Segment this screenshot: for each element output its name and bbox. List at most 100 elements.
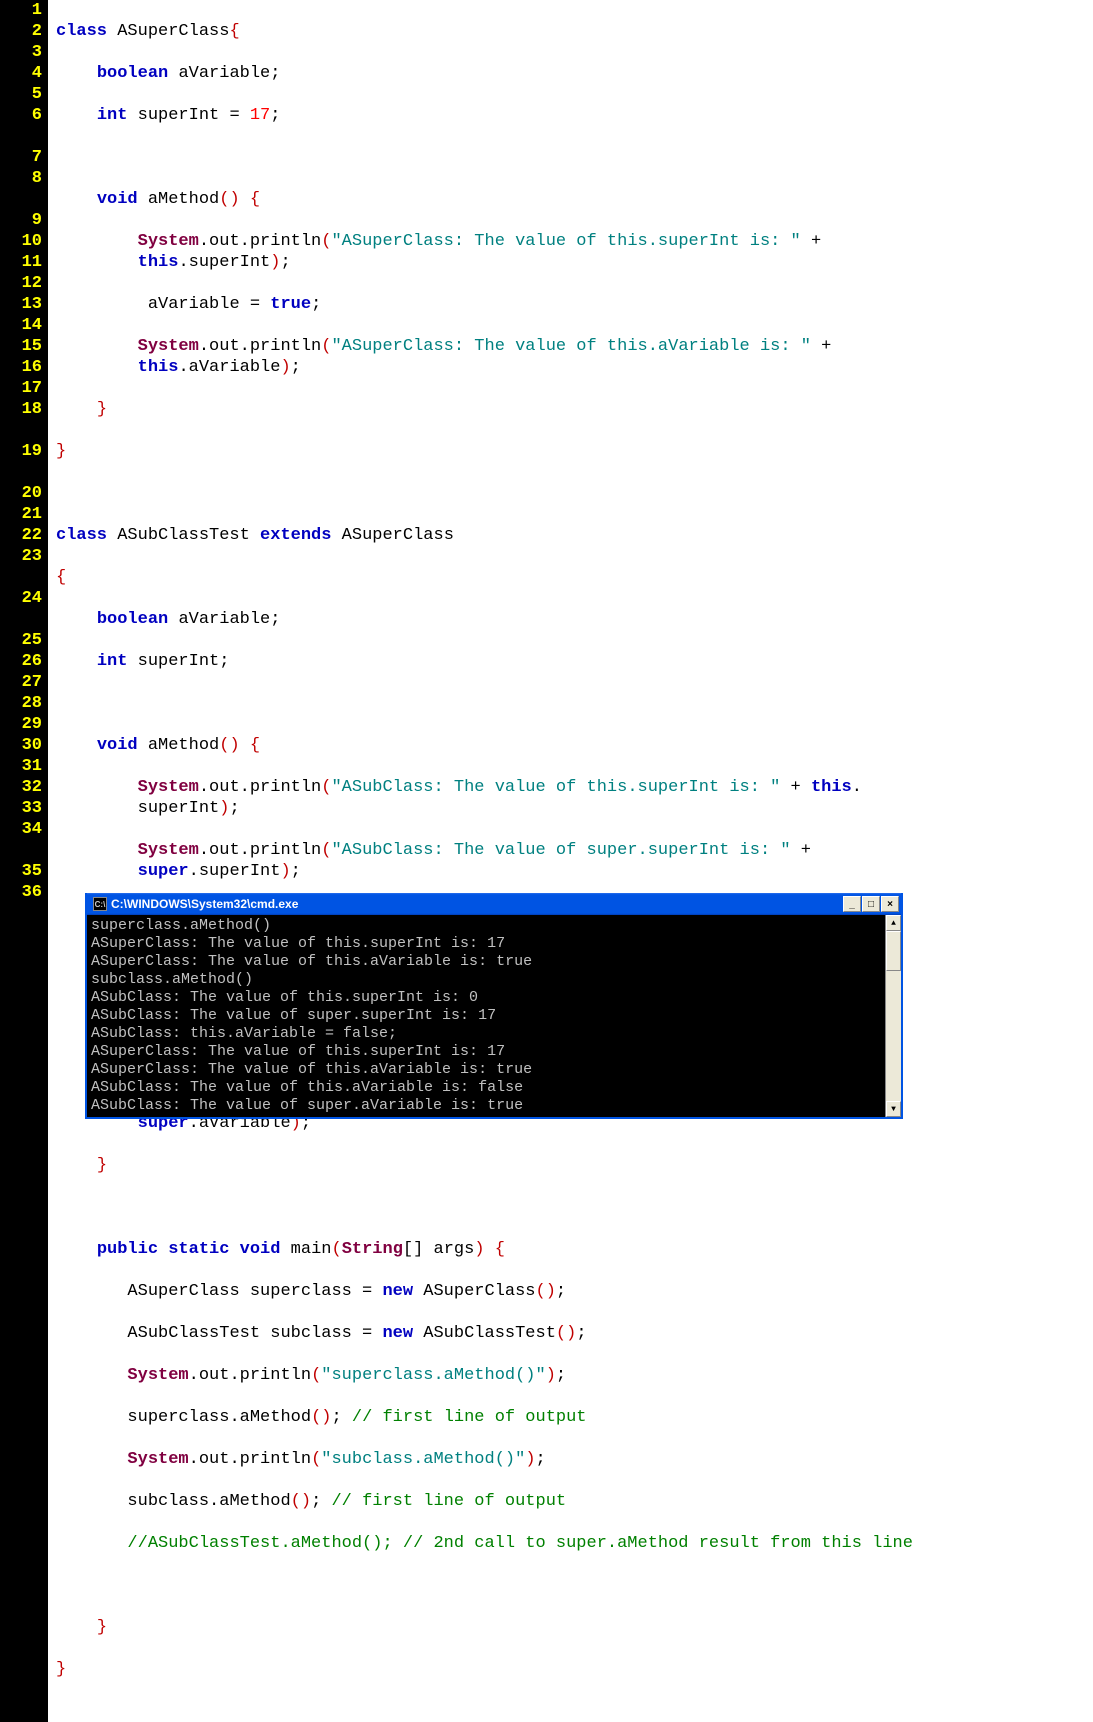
code-line[interactable]: //ASubClassTest.aMethod(); // 2nd call t… [56,1533,913,1554]
scroll-down-button[interactable]: ▼ [886,1101,901,1117]
code-line[interactable]: void aMethod() { [56,189,913,210]
code-line[interactable] [56,147,913,168]
line-number [4,189,42,210]
line-number: 13 [4,294,42,315]
code-area[interactable]: class ASuperClass{ boolean aVariable; in… [48,0,913,1722]
cmd-scrollbar[interactable]: ▲ ▼ [885,915,901,1117]
code-line[interactable]: int superInt = 17; [56,105,913,126]
line-number: 11 [4,252,42,273]
line-number: 9 [4,210,42,231]
cmd-line: ASuperClass: The value of this.aVariable… [91,1061,532,1078]
close-button[interactable]: × [881,896,899,912]
cmd-icon: C:\ [93,897,107,911]
code-line[interactable]: aVariable = true; [56,294,913,315]
line-number: 19 [4,441,42,462]
cmd-line: ASubClass: The value of this.superInt is… [91,989,478,1006]
code-line[interactable]: { [56,567,913,588]
line-number: 12 [4,273,42,294]
line-number: 28 [4,693,42,714]
code-line[interactable]: ASuperClass superclass = new ASuperClass… [56,1281,913,1302]
cmd-line: ASubClass: The value of this.aVariable i… [91,1079,523,1096]
line-number: 7 [4,147,42,168]
line-number [4,126,42,147]
line-number: 6 [4,105,42,126]
scroll-thumb[interactable] [886,931,901,971]
line-number: 30 [4,735,42,756]
line-number [4,420,42,441]
code-line[interactable]: class ASubClassTest extends ASuperClass [56,525,913,546]
code-line[interactable]: System.out.println("ASubClass: The value… [56,777,913,819]
code-line[interactable]: System.out.println("ASuperClass: The val… [56,231,913,273]
scroll-track[interactable] [886,971,901,1101]
line-number: 24 [4,588,42,609]
code-editor: 1 2 3 4 5 6 7 8 9 10 11 12 13 14 15 16 1… [0,0,1093,1722]
cmd-title: C:\WINDOWS\System32\cmd.exe [111,894,843,915]
line-number: 15 [4,336,42,357]
code-line[interactable] [56,483,913,504]
line-number: 25 [4,630,42,651]
line-number: 22 [4,525,42,546]
line-number: 35 [4,861,42,882]
code-line[interactable]: } [56,399,913,420]
code-line[interactable]: class ASuperClass{ [56,21,913,42]
line-number: 31 [4,756,42,777]
line-number: 20 [4,483,42,504]
code-line[interactable]: superclass.aMethod(); // first line of o… [56,1407,913,1428]
code-line[interactable]: void aMethod() { [56,735,913,756]
line-number: 18 [4,399,42,420]
code-line[interactable]: } [56,1659,913,1680]
line-number [4,567,42,588]
code-line[interactable]: System.out.println("subclass.aMethod()")… [56,1449,913,1470]
code-line[interactable]: boolean aVariable; [56,63,913,84]
line-number [4,840,42,861]
line-number: 17 [4,378,42,399]
cmd-line: ASuperClass: The value of this.aVariable… [91,953,532,970]
cmd-line: superclass.aMethod() [91,917,271,934]
line-number [4,462,42,483]
line-number: 33 [4,798,42,819]
code-line[interactable] [56,693,913,714]
cmd-line: ASuperClass: The value of this.superInt … [91,1043,505,1060]
line-number: 10 [4,231,42,252]
line-number: 26 [4,651,42,672]
line-number: 27 [4,672,42,693]
line-number: 3 [4,42,42,63]
code-line[interactable]: System.out.println("ASubClass: The value… [56,840,913,882]
code-line[interactable]: } [56,1155,913,1176]
line-number: 4 [4,63,42,84]
line-number: 29 [4,714,42,735]
code-line[interactable]: subclass.aMethod(); // first line of out… [56,1491,913,1512]
code-line[interactable]: } [56,441,913,462]
line-number: 36 [4,882,42,903]
line-number: 14 [4,315,42,336]
line-number: 21 [4,504,42,525]
line-number: 23 [4,546,42,567]
code-line[interactable]: ASubClassTest subclass = new ASubClassTe… [56,1323,913,1344]
cmd-window[interactable]: C:\ C:\WINDOWS\System32\cmd.exe _ □ × su… [85,893,903,1119]
cmd-line: ASuperClass: The value of this.superInt … [91,935,505,952]
maximize-button[interactable]: □ [862,896,880,912]
cmd-line: subclass.aMethod() [91,971,253,988]
line-number: 32 [4,777,42,798]
cmd-titlebar[interactable]: C:\ C:\WINDOWS\System32\cmd.exe _ □ × [87,893,901,915]
line-number-gutter: 1 2 3 4 5 6 7 8 9 10 11 12 13 14 15 16 1… [0,0,48,1722]
cmd-line: ASubClass: The value of super.superInt i… [91,1007,496,1024]
cmd-output[interactable]: superclass.aMethod() ASuperClass: The va… [87,915,885,1117]
cmd-line: ASubClass: this.aVariable = false; [91,1025,397,1042]
code-line[interactable]: System.out.println("superclass.aMethod()… [56,1365,913,1386]
code-line[interactable]: } [56,1617,913,1638]
line-number: 34 [4,819,42,840]
code-line[interactable] [56,1197,913,1218]
line-number: 2 [4,21,42,42]
minimize-button[interactable]: _ [843,896,861,912]
code-line[interactable]: boolean aVariable; [56,609,913,630]
line-number: 5 [4,84,42,105]
cmd-line: ASubClass: The value of super.aVariable … [91,1097,523,1114]
scroll-up-button[interactable]: ▲ [886,915,901,931]
code-line[interactable]: public static void main(String[] args) { [56,1239,913,1260]
code-line[interactable] [56,1575,913,1596]
code-line[interactable]: int superInt; [56,651,913,672]
line-number: 1 [4,0,42,21]
code-line[interactable]: System.out.println("ASuperClass: The val… [56,336,913,378]
line-number [4,609,42,630]
